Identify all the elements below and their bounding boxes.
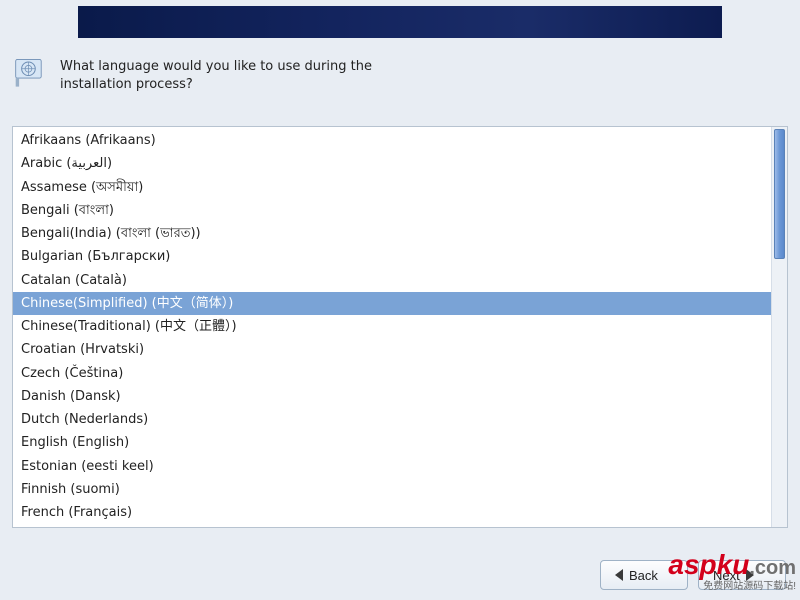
language-item[interactable]: Finnish (suomi) (13, 478, 771, 501)
language-item[interactable]: Bulgarian (Български) (13, 245, 771, 268)
language-item[interactable]: Danish (Dansk) (13, 385, 771, 408)
language-item[interactable]: Dutch (Nederlands) (13, 408, 771, 431)
prompt-text: What language would you like to use duri… (60, 56, 400, 93)
language-listbox[interactable]: Afrikaans (Afrikaans)Arabic (العربية)Ass… (13, 127, 771, 527)
next-button-label: Next (713, 568, 740, 583)
language-item[interactable]: Arabic (العربية) (13, 152, 771, 175)
language-item[interactable]: English (English) (13, 431, 771, 454)
language-item[interactable]: Czech (Čeština) (13, 362, 771, 385)
language-list-container: Afrikaans (Afrikaans)Arabic (العربية)Ass… (12, 126, 788, 528)
language-item[interactable]: Estonian (eesti keel) (13, 455, 771, 478)
back-button[interactable]: Back (600, 560, 688, 590)
language-item[interactable]: Bengali (বাংলা) (13, 199, 771, 222)
language-item[interactable]: French (Français) (13, 501, 771, 524)
next-button[interactable]: Next (698, 560, 786, 590)
arrow-right-icon (746, 569, 754, 581)
language-item[interactable]: Croatian (Hrvatski) (13, 338, 771, 361)
prompt-row: What language would you like to use duri… (14, 56, 400, 93)
language-item[interactable]: Chinese(Simplified) (中文（简体）) (13, 292, 771, 315)
back-button-label: Back (629, 568, 658, 583)
arrow-left-icon (615, 569, 623, 581)
language-item[interactable]: Assamese (অসমীয়া) (13, 176, 771, 199)
language-item[interactable]: Bengali(India) (বাংলা (ভারত)) (13, 222, 771, 245)
scrollbar[interactable] (771, 127, 787, 527)
scrollbar-thumb[interactable] (774, 129, 785, 259)
language-item[interactable]: Catalan (Català) (13, 269, 771, 292)
language-item[interactable]: Afrikaans (Afrikaans) (13, 129, 771, 152)
un-flag-icon (14, 56, 48, 90)
header-banner (78, 6, 722, 38)
language-item[interactable]: Chinese(Traditional) (中文（正體）) (13, 315, 771, 338)
footer: Back Next (0, 560, 800, 590)
